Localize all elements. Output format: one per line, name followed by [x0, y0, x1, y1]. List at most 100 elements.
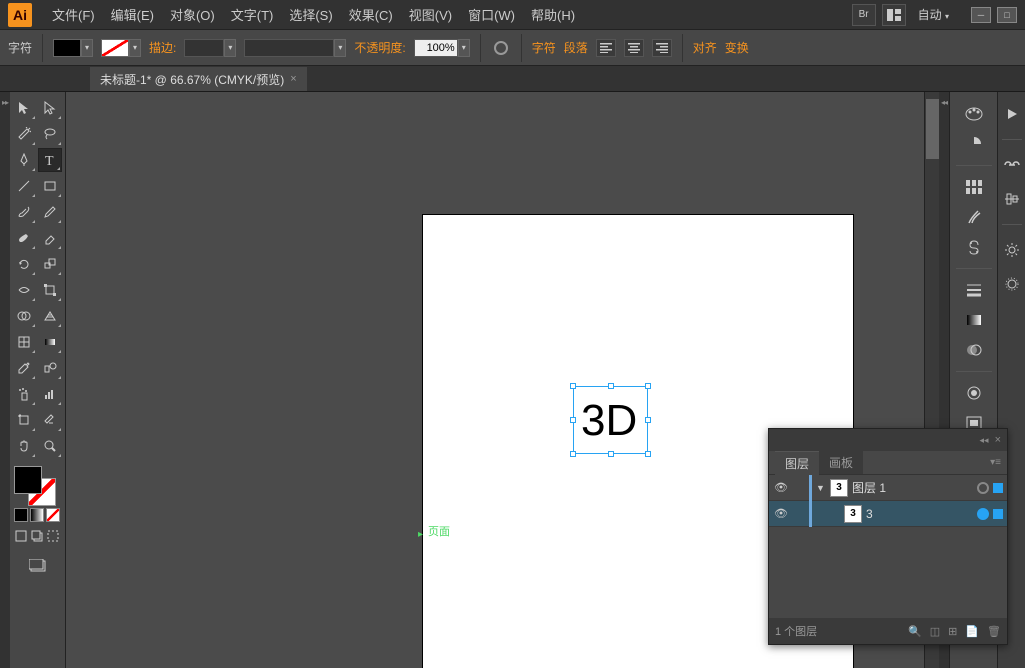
blob-brush-tool[interactable]: [12, 226, 36, 250]
selection-handle-e[interactable]: [645, 417, 651, 423]
align-right-button[interactable]: [652, 39, 672, 57]
settings-panel-icon[interactable]: [1000, 238, 1024, 262]
layer-row[interactable]: 👁 3 3: [769, 501, 1007, 527]
opacity-dropdown[interactable]: ▾: [458, 39, 470, 57]
rotate-tool[interactable]: [12, 252, 36, 276]
play-panel-icon[interactable]: [1000, 102, 1024, 126]
document-tab[interactable]: 未标题-1* @ 66.67% (CMYK/预览) ×: [90, 67, 307, 91]
locate-object-icon[interactable]: 🔍: [908, 625, 922, 638]
panel-collapse-icon[interactable]: ◂◂: [980, 435, 989, 446]
color-mode-gradient[interactable]: [30, 508, 44, 522]
workspace-switcher[interactable]: 自动 ▾: [912, 4, 955, 25]
selection-handle-sw[interactable]: [570, 451, 576, 457]
color-mode-none[interactable]: [46, 508, 60, 522]
menu-window[interactable]: 窗口(W): [460, 1, 523, 28]
visibility-toggle-icon[interactable]: 👁: [773, 481, 789, 494]
stroke-label[interactable]: 描边:: [149, 39, 176, 56]
sun-panel-icon[interactable]: [1000, 272, 1024, 296]
align-panel-icon[interactable]: [1000, 187, 1024, 211]
expand-toggle-icon[interactable]: ▼: [816, 483, 826, 493]
mesh-tool[interactable]: [12, 330, 36, 354]
maximize-button[interactable]: □: [997, 7, 1017, 23]
bridge-button[interactable]: Br: [852, 4, 876, 26]
layer-row[interactable]: 👁 ▼ 3 图层 1: [769, 475, 1007, 501]
new-layer-icon[interactable]: 📄: [965, 625, 979, 638]
lasso-tool[interactable]: [38, 122, 62, 146]
fill-color-square[interactable]: [14, 466, 42, 494]
eraser-tool[interactable]: [38, 226, 62, 250]
minimize-button[interactable]: ─: [971, 7, 991, 23]
fill-swatch[interactable]: [53, 39, 81, 57]
menu-help[interactable]: 帮助(H): [523, 1, 583, 28]
paintbrush-tool[interactable]: [12, 200, 36, 224]
brushes-panel-icon[interactable]: [962, 205, 986, 229]
text-object[interactable]: 3D: [575, 392, 643, 450]
selection-handle-n[interactable]: [608, 383, 614, 389]
opacity-input[interactable]: 100%: [414, 39, 458, 57]
symbols-panel-icon[interactable]: [962, 235, 986, 259]
stroke-profile-dropdown[interactable]: [244, 39, 334, 57]
draw-behind-button[interactable]: [30, 528, 44, 544]
delete-layer-icon[interactable]: 🗑: [987, 625, 1001, 638]
menu-file[interactable]: 文件(F): [44, 1, 103, 28]
stroke-swatch[interactable]: [101, 39, 129, 57]
selection-tool[interactable]: [12, 96, 36, 120]
rectangle-tool[interactable]: [38, 174, 62, 198]
scale-tool[interactable]: [38, 252, 62, 276]
shape-builder-tool[interactable]: [12, 304, 36, 328]
swatches-panel-icon[interactable]: [962, 175, 986, 199]
arrange-documents-button[interactable]: [882, 4, 906, 26]
selection-indicator[interactable]: [993, 509, 1003, 519]
selection-handle-s[interactable]: [608, 451, 614, 457]
blend-tool[interactable]: [38, 356, 62, 380]
target-icon[interactable]: [977, 508, 989, 520]
gradient-panel-icon[interactable]: [962, 308, 986, 332]
visibility-toggle-icon[interactable]: 👁: [773, 507, 789, 520]
hand-tool[interactable]: [12, 434, 36, 458]
recolor-artwork-button[interactable]: [491, 38, 511, 58]
align-left-button[interactable]: [596, 39, 616, 57]
free-transform-tool[interactable]: [38, 278, 62, 302]
layer-name[interactable]: 3: [866, 507, 973, 521]
opacity-label[interactable]: 不透明度:: [354, 39, 405, 56]
color-guide-panel-icon[interactable]: [962, 132, 986, 156]
appearance-panel-icon[interactable]: [962, 381, 986, 405]
width-tool[interactable]: [12, 278, 36, 302]
stroke-profile-arrow[interactable]: ▾: [334, 39, 346, 57]
zoom-tool[interactable]: [38, 434, 62, 458]
align-panel-link[interactable]: 对齐: [693, 39, 717, 56]
links-panel-icon[interactable]: [1000, 153, 1024, 177]
layer-name[interactable]: 图层 1: [852, 479, 973, 496]
menu-view[interactable]: 视图(V): [401, 1, 460, 28]
make-clipping-mask-icon[interactable]: ◫: [930, 625, 940, 638]
column-graph-tool[interactable]: [38, 382, 62, 406]
toolbox-collapse-strip[interactable]: ▸▸: [0, 92, 10, 668]
stroke-weight-dropdown[interactable]: ▾: [224, 39, 236, 57]
menu-type[interactable]: 文字(T): [223, 1, 282, 28]
close-tab-button[interactable]: ×: [290, 73, 296, 85]
selection-handle-nw[interactable]: [570, 383, 576, 389]
menu-select[interactable]: 选择(S): [281, 1, 340, 28]
stroke-panel-icon[interactable]: [962, 278, 986, 302]
pencil-tool[interactable]: [38, 200, 62, 224]
direct-selection-tool[interactable]: [38, 96, 62, 120]
pen-tool[interactable]: [12, 148, 36, 172]
magic-wand-tool[interactable]: [12, 122, 36, 146]
color-mode-solid[interactable]: [14, 508, 28, 522]
transform-panel-link[interactable]: 变换: [725, 39, 749, 56]
stroke-swatch-dropdown[interactable]: ▾: [129, 39, 141, 57]
transparency-panel-icon[interactable]: [962, 338, 986, 362]
panel-menu-icon[interactable]: ▾≡: [990, 457, 1007, 468]
fill-swatch-dropdown[interactable]: ▾: [81, 39, 93, 57]
tab-layers[interactable]: 图层: [775, 451, 819, 475]
fill-stroke-indicator[interactable]: [12, 464, 63, 506]
artboard-tool[interactable]: [12, 408, 36, 432]
layers-panel-header[interactable]: ◂◂ ×: [769, 429, 1007, 451]
draw-inside-button[interactable]: [46, 528, 60, 544]
symbol-sprayer-tool[interactable]: [12, 382, 36, 406]
screen-mode-button[interactable]: [12, 554, 63, 578]
target-icon[interactable]: [977, 482, 989, 494]
paragraph-panel-link[interactable]: 段落: [564, 39, 588, 56]
character-panel-link[interactable]: 字符: [532, 39, 556, 56]
slice-tool[interactable]: [38, 408, 62, 432]
